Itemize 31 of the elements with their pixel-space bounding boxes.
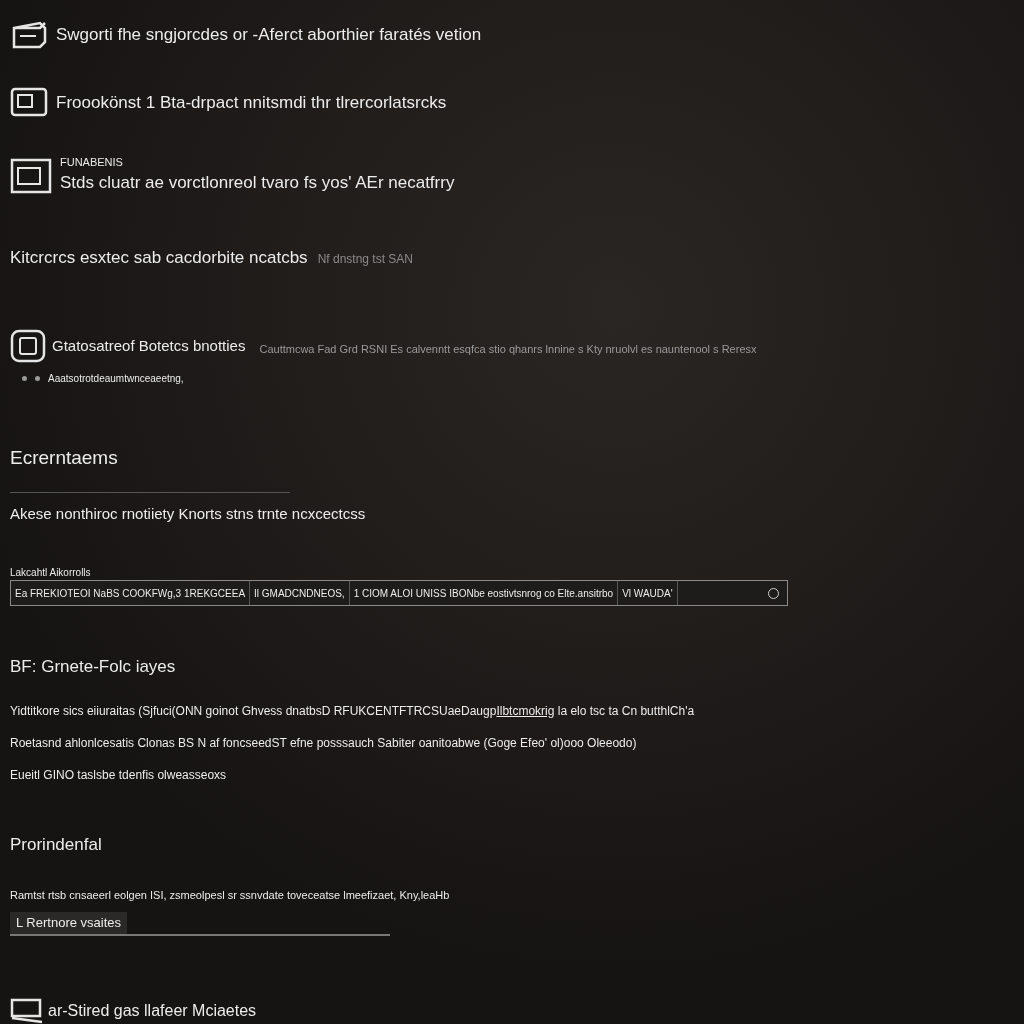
- square-icon: [10, 328, 46, 363]
- policy-paragraph: Yidtitkore sics eiiuraitas (Sjfuci(ONN goinot Ghvess dnatbsD RFUKCENTFTRCSUaeDaugpIlbtcmokrig la elo tsc ta Cn butthlCh'a: [10, 702, 696, 720]
- laptop-icon: [10, 998, 44, 1024]
- feature-text: Stds cluatr ae vorctlonreol tvaro fs yos' AEr necatfrry: [60, 171, 455, 194]
- section-heading: Prorindenfal: [10, 833, 103, 856]
- feature-label: FUNABENIS: [60, 156, 124, 170]
- status-subtitle: Aaatsotrotdeaumtwnceaeetng,: [48, 371, 184, 386]
- footer-text: ar-Stired gas llafeer Mciaetes: [48, 1001, 257, 1021]
- field-segment: Il GMADCNDNEOS,: [250, 581, 350, 606]
- credential-text: Ramtst rtsb cnsaeerl eolgen ISI, zsmeolpesl sr ssnvdate toveceatse lmeefizaet, Kny,leaHb: [10, 888, 451, 904]
- segmented-field[interactable]: Ea FREKIOTEOI NaBS COOKFWg,3 1REKGCEEA Il GMADCNDNEOS, 1 CIOM ALOI UNISS IBONbe eostivtsnrog co Elte.ansitrbo Vl WAUDA': [10, 580, 788, 607]
- field-value: L Rertnore vsaites: [10, 911, 127, 934]
- policy-link[interactable]: Ilbtcmokrig: [496, 703, 555, 718]
- credential-field[interactable]: L Rertnore vsaites: [10, 911, 390, 936]
- field-segment: Vl WAUDA': [618, 581, 678, 606]
- section-heading: Ecrerntaems: [10, 445, 119, 470]
- policy-line: Roetasnd ahlonlcesatis Clonas BS N af foncseedST efne posssauch Sabiter oanitoabwe (Goge Efeo' ol)ooo Oleeodo): [10, 734, 638, 752]
- field-segment: Ea FREKIOTEOI NaBS COOKFWg,3 1REKGCEEA: [11, 581, 251, 606]
- note-text: Kitcrcrcs esxtec sab cacdorbite ncatcbs: [10, 247, 308, 270]
- requirements-text: Akese nonthiroc rnotiiety Knorts stns trnte ncxcectcss: [10, 503, 367, 524]
- section-heading: BF: Grnete-Folc iayes: [10, 656, 177, 679]
- status-title: Gtatosatreof Botetcs bnotties: [52, 335, 246, 356]
- note-hint: Nf dnstng tst SAN: [317, 251, 413, 269]
- feature-text: Froookönst 1 Bta-drpact nnitsmdi thr tlrercorlatsrcks: [56, 92, 447, 115]
- feature-text: Swgorti fhe sngjorcdes or -Aferct aborthier faratés vetion: [56, 24, 482, 47]
- field-segment: 1 CIOM ALOI UNISS IBONbe eostivtsnrog co Elte.ansitrbo: [349, 581, 619, 606]
- field-label: Lakcahtl Aikorrolls: [10, 566, 92, 581]
- box-icon: [10, 20, 48, 50]
- window-icon: [10, 157, 52, 194]
- status-detail: Cauttmcwa Fad Grd RSNI Es calvenntt esqfca stio qhanrs lnnine s Kty nruolvl es nauntenool s Reresx: [259, 341, 757, 357]
- policy-line: Eueitl GINO taslsbe tdenfis olweasseoxs: [10, 766, 228, 784]
